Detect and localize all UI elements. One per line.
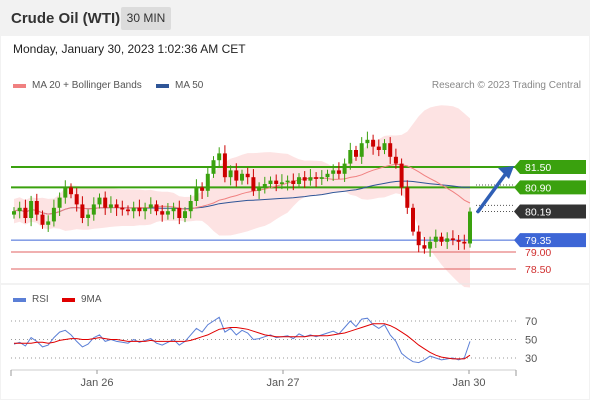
candle-body bbox=[376, 146, 381, 150]
level-label-79-00: 79.00 bbox=[525, 247, 551, 259]
candle-body bbox=[468, 211, 472, 244]
candle-body bbox=[29, 201, 34, 218]
candle-body bbox=[359, 143, 364, 157]
candle-body bbox=[439, 236, 444, 242]
candle-body bbox=[291, 180, 296, 184]
candle-body bbox=[12, 211, 16, 215]
candle-body bbox=[40, 214, 45, 225]
candle-body bbox=[314, 177, 319, 179]
candle-body bbox=[131, 207, 136, 212]
candle-body bbox=[126, 209, 130, 212]
candle-body bbox=[211, 160, 216, 174]
level-label-79-35: 79.35 bbox=[525, 235, 551, 247]
candle-body bbox=[262, 184, 267, 188]
candle-body bbox=[422, 245, 427, 249]
candle-body bbox=[416, 231, 421, 246]
candle-body bbox=[120, 207, 125, 210]
level-label-80-19: 80.19 bbox=[525, 207, 551, 219]
candle-body bbox=[205, 173, 210, 191]
candle-body bbox=[143, 207, 148, 212]
candle-body bbox=[365, 139, 370, 144]
candle-body bbox=[433, 236, 438, 242]
candle-body bbox=[331, 170, 336, 174]
candle-body bbox=[188, 201, 193, 212]
level-label-80-90: 80.90 bbox=[525, 182, 551, 194]
candle-body bbox=[103, 197, 108, 208]
candle-body bbox=[46, 221, 51, 225]
candle-body bbox=[86, 214, 91, 218]
candle-body bbox=[160, 211, 165, 215]
candle-body bbox=[268, 180, 273, 184]
rsi-tick-70: 70 bbox=[525, 316, 537, 328]
candle-body bbox=[228, 170, 233, 178]
candle-body bbox=[148, 204, 153, 208]
candle-body bbox=[91, 204, 96, 215]
x-tick-label: Jan 26 bbox=[80, 377, 113, 389]
candle-body bbox=[165, 211, 170, 215]
candle-body bbox=[51, 207, 56, 222]
candle-body bbox=[382, 143, 387, 150]
candle-body bbox=[34, 201, 39, 215]
candle-body bbox=[450, 238, 455, 241]
candle-body bbox=[308, 177, 313, 181]
candle-body bbox=[177, 207, 182, 218]
level-label-78-50: 78.50 bbox=[525, 264, 551, 276]
x-tick-label: Jan 27 bbox=[266, 377, 299, 389]
candle-body bbox=[371, 139, 376, 147]
candle-body bbox=[234, 170, 239, 181]
candle-body bbox=[428, 241, 433, 249]
candle-body bbox=[297, 177, 301, 184]
rsi-tick-50: 50 bbox=[525, 335, 537, 347]
candle-body bbox=[405, 187, 410, 208]
candle-body bbox=[17, 207, 22, 212]
candle-body bbox=[74, 194, 79, 205]
candle-body bbox=[411, 207, 415, 232]
candle-body bbox=[97, 197, 102, 205]
candle-body bbox=[222, 153, 227, 178]
rsi-tick-30: 30 bbox=[525, 353, 537, 365]
candle-body bbox=[183, 211, 187, 218]
candle-body bbox=[302, 177, 307, 181]
candle-body bbox=[114, 204, 119, 208]
candle-body bbox=[399, 163, 404, 188]
candle-body bbox=[445, 238, 450, 242]
candle-body bbox=[245, 173, 250, 178]
candle-body bbox=[69, 187, 73, 195]
candle-body bbox=[393, 156, 398, 164]
candle-body bbox=[251, 177, 256, 191]
candle-body bbox=[23, 207, 28, 218]
forecast-arrow-head bbox=[498, 166, 514, 179]
candle-body bbox=[336, 170, 341, 174]
candle-body bbox=[154, 204, 159, 212]
candle-body bbox=[285, 180, 290, 183]
candle-body bbox=[325, 173, 330, 178]
candle-body bbox=[240, 173, 244, 181]
candle-body bbox=[137, 207, 142, 212]
candle-body bbox=[63, 187, 68, 198]
candle-body bbox=[319, 177, 324, 179]
candle-body bbox=[348, 150, 353, 164]
candle-body bbox=[354, 150, 358, 157]
candle-body bbox=[171, 207, 176, 212]
candle-body bbox=[274, 180, 279, 184]
candle-body bbox=[194, 187, 199, 201]
candle-body bbox=[200, 187, 205, 191]
candle-body bbox=[456, 240, 461, 242]
candle-body bbox=[80, 204, 85, 218]
candle-body bbox=[342, 163, 347, 174]
x-tick-label: Jan 30 bbox=[452, 377, 485, 389]
candle-body bbox=[462, 241, 467, 244]
candle-body bbox=[279, 182, 284, 184]
candle-body bbox=[257, 187, 262, 191]
candle-body bbox=[388, 143, 393, 157]
candle-body bbox=[108, 204, 113, 208]
candle-body bbox=[217, 153, 222, 161]
level-label-81-50: 81.50 bbox=[525, 162, 551, 174]
forecast-arrow-shaft bbox=[476, 170, 509, 214]
price-chart[interactable]: 81.50 80.90 80.19 79.3579.00 78.50 70 50 30 Jan … bbox=[0, 0, 590, 400]
candle-body bbox=[57, 197, 62, 208]
